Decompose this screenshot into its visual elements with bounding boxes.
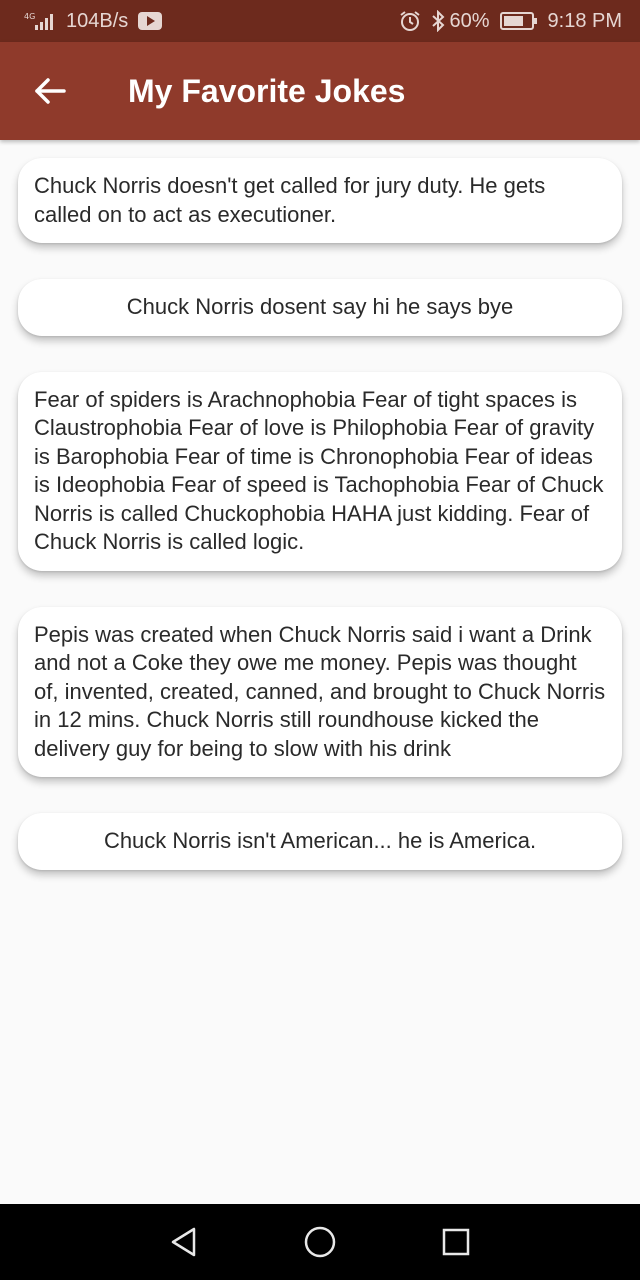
- youtube-icon: [138, 12, 163, 30]
- joke-card[interactable]: Chuck Norris dosent say hi he says bye: [18, 279, 622, 336]
- nav-back-button[interactable]: [164, 1222, 204, 1262]
- joke-card[interactable]: Chuck Norris doesn't get called for jury…: [18, 158, 622, 243]
- status-bar: 4G 104B/s 60% 9:18 PM: [0, 0, 640, 42]
- screen: 4G 104B/s 60% 9:18 PM My Favorite Jokes …: [0, 0, 640, 1280]
- battery-percent: 60%: [449, 9, 490, 32]
- battery-icon: [499, 12, 538, 30]
- joke-list: Chuck Norris doesn't get called for jury…: [0, 140, 640, 1204]
- joke-card[interactable]: Fear of spiders is Arachnophobia Fear of…: [18, 371, 622, 571]
- nav-home-button[interactable]: [300, 1222, 340, 1262]
- back-button[interactable]: [26, 67, 74, 115]
- back-triangle-icon: [169, 1226, 199, 1258]
- navigation-bar: [0, 1204, 640, 1280]
- nav-recents-button[interactable]: [436, 1222, 476, 1262]
- arrow-left-icon: [34, 77, 66, 105]
- network-speed: 104B/s: [66, 9, 129, 32]
- home-circle-icon: [303, 1225, 337, 1259]
- clock: 9:18 PM: [547, 9, 622, 32]
- bluetooth-icon: [431, 10, 445, 32]
- page-title: My Favorite Jokes: [128, 72, 406, 109]
- status-right: 60% 9:18 PM: [399, 10, 622, 33]
- alarm-icon: [399, 10, 421, 32]
- status-left: 4G 104B/s: [24, 9, 163, 33]
- app-bar: My Favorite Jokes: [0, 42, 640, 140]
- joke-card[interactable]: Chuck Norris isn't American... he is Ame…: [18, 813, 622, 870]
- recents-square-icon: [441, 1227, 471, 1257]
- network-type-text: 4G: [24, 12, 35, 21]
- signal-icon: 4G: [24, 11, 56, 31]
- joke-card[interactable]: Pepis was created when Chuck Norris said…: [18, 606, 622, 777]
